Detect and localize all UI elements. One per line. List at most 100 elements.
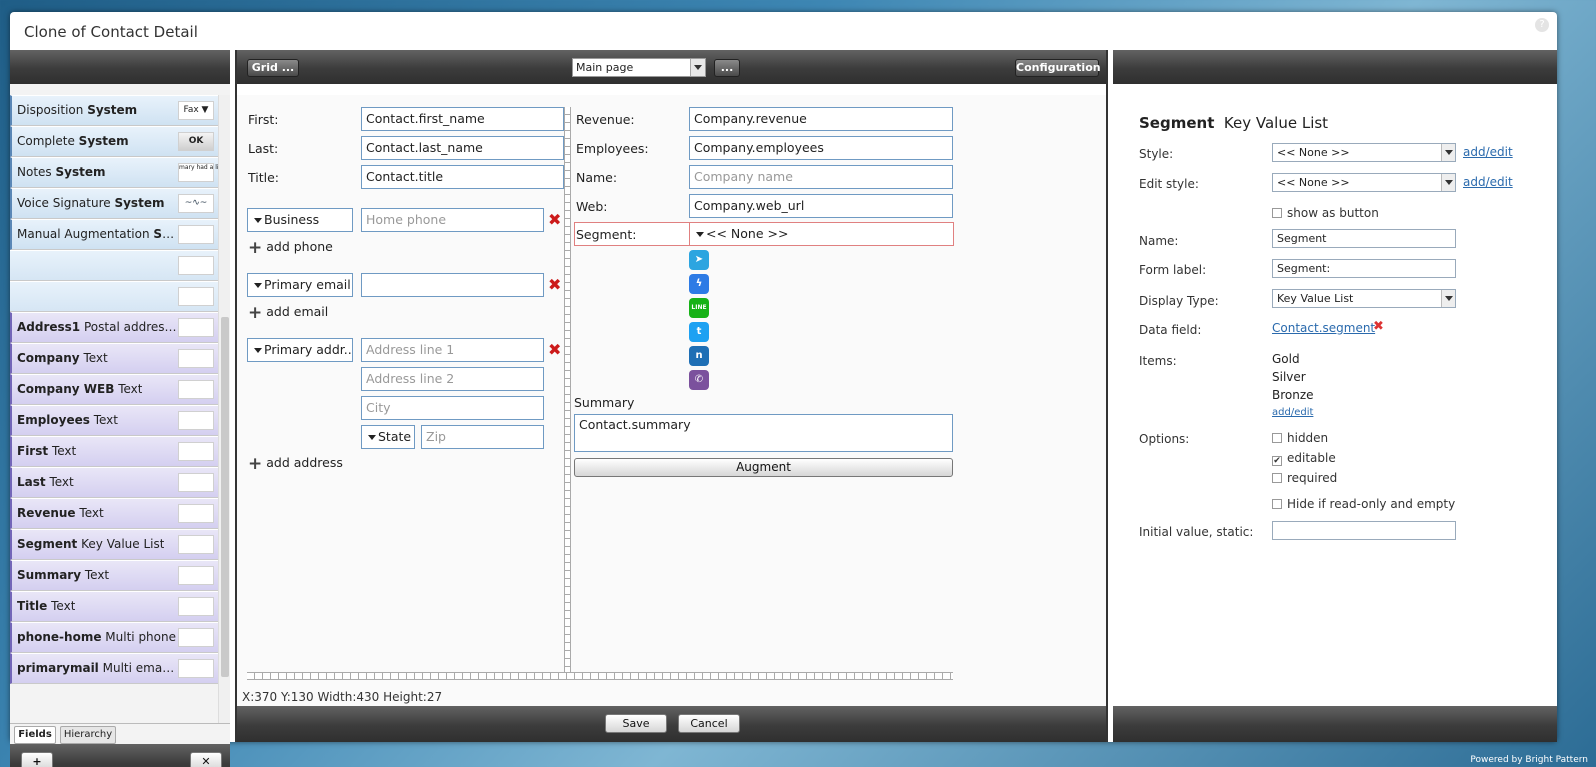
field-list-item[interactable]: Segment Key Value List xyxy=(10,529,218,560)
data-field-link[interactable]: Contact.segment xyxy=(1272,321,1375,335)
field-list-item[interactable]: Revenue Text xyxy=(10,498,218,529)
field-name: Last xyxy=(17,475,46,489)
field-list-scrollbar[interactable] xyxy=(218,95,230,723)
summary-field[interactable]: Contact.summary xyxy=(574,414,953,452)
show-as-button-checkbox[interactable]: show as button xyxy=(1272,206,1379,220)
email-type-dropdown[interactable]: Primary email xyxy=(247,273,353,297)
name-input[interactable]: Segment xyxy=(1272,229,1456,248)
field-name: Summary xyxy=(17,568,82,582)
field-list-item[interactable]: primarymail Multi email a... xyxy=(10,653,218,684)
style-add-edit-link[interactable]: add/edit xyxy=(1463,145,1513,159)
delete-address-icon[interactable]: ✖ xyxy=(548,342,561,358)
field-list-item[interactable]: Address1 Postal addresses xyxy=(10,312,218,343)
field-list-item[interactable]: First Text xyxy=(10,436,218,467)
field-list-item[interactable]: Last Text xyxy=(10,467,218,498)
chevron-down-icon xyxy=(1441,174,1455,191)
properties-panel: Segment Key Value List Style: << None >>… xyxy=(1113,50,1557,742)
editable-checkbox[interactable]: ✔ editable xyxy=(1272,451,1336,466)
employees-label: Employees: xyxy=(576,141,649,156)
segment-dropdown[interactable]: << None >> xyxy=(689,222,954,246)
employees-field[interactable]: Company.employees xyxy=(689,136,953,160)
display-type-select[interactable]: Key Value List xyxy=(1272,289,1456,308)
grid-button[interactable]: Grid ... xyxy=(247,59,299,77)
first-label: First: xyxy=(248,112,279,127)
field-list-item[interactable] xyxy=(10,281,218,312)
web-field[interactable]: Company.web_url xyxy=(689,194,953,218)
help-icon[interactable]: ? xyxy=(1535,18,1549,32)
add-field-button[interactable]: + xyxy=(21,752,53,767)
required-checkbox[interactable]: required xyxy=(1272,471,1337,485)
field-type: System xyxy=(153,227,177,241)
field-preview xyxy=(178,628,214,647)
zip-field[interactable]: Zip xyxy=(421,425,544,449)
chevron-down-icon xyxy=(690,59,705,76)
form-canvas[interactable]: First: Contact.first_name Last: Contact.… xyxy=(237,95,1106,707)
city-field[interactable]: City xyxy=(361,396,544,420)
tab-hierarchy[interactable]: Hierarchy xyxy=(60,726,116,744)
field-name: Company xyxy=(17,351,80,365)
checkbox-icon xyxy=(1272,433,1282,443)
line-icon: LINE xyxy=(689,298,709,318)
style-select[interactable]: << None >> xyxy=(1272,143,1456,162)
cancel-button[interactable]: Cancel xyxy=(678,714,740,733)
name-label: Name: xyxy=(1139,234,1179,248)
edit-style-add-edit-link[interactable]: add/edit xyxy=(1463,175,1513,189)
edit-style-select[interactable]: << None >> xyxy=(1272,173,1456,192)
state-dropdown[interactable]: State xyxy=(361,425,415,449)
phone-type-dropdown[interactable]: Business xyxy=(247,208,353,232)
form-label-input[interactable]: Segment: xyxy=(1272,259,1456,278)
configuration-button[interactable]: Configuration xyxy=(1015,59,1101,77)
field-type: Postal addresses xyxy=(84,320,177,334)
field-list-item[interactable]: Voice Signature System ~∿~ xyxy=(10,188,218,219)
field-name: Title xyxy=(17,599,48,613)
email-field[interactable] xyxy=(361,273,544,297)
tab-fields[interactable]: Fields xyxy=(14,726,56,744)
add-email-link[interactable]: + add email xyxy=(248,303,328,323)
delete-email-icon[interactable]: ✖ xyxy=(548,277,561,293)
field-list-item[interactable]: Notes System mary had a little lamb xyxy=(10,157,218,188)
hide-if-readonly-checkbox[interactable]: Hide if read-only and empty xyxy=(1272,497,1455,511)
last-field[interactable]: Contact.last_name xyxy=(361,136,564,160)
list-item: Bronze xyxy=(1272,388,1314,402)
company-name-field[interactable]: Company name xyxy=(689,165,953,189)
initial-value-input[interactable] xyxy=(1272,521,1456,540)
save-button[interactable]: Save xyxy=(605,714,667,733)
address-line2-field[interactable]: Address line 2 xyxy=(361,367,544,391)
nextdoor-icon: n xyxy=(689,346,709,366)
field-list-item[interactable]: Company Text xyxy=(10,343,218,374)
items-add-edit-link[interactable]: add/edit xyxy=(1272,407,1313,418)
hidden-checkbox[interactable]: hidden xyxy=(1272,431,1328,445)
field-list-item[interactable]: Employees Text xyxy=(10,405,218,436)
field-list-item[interactable] xyxy=(10,250,218,281)
field-preview xyxy=(178,349,214,368)
add-address-link[interactable]: + add address xyxy=(248,454,343,474)
field-preview xyxy=(178,566,214,585)
field-type: Text xyxy=(79,506,104,520)
revenue-field[interactable]: Company.revenue xyxy=(689,107,953,131)
add-phone-link[interactable]: + add phone xyxy=(248,238,333,258)
remove-field-button[interactable]: ✕ xyxy=(190,752,222,767)
viber-icon: ✆ xyxy=(689,370,709,390)
field-list-item[interactable]: Title Text xyxy=(10,591,218,622)
clear-data-field-icon[interactable]: ✖ xyxy=(1373,319,1384,334)
phone-field[interactable]: Home phone xyxy=(361,208,544,232)
field-list-item[interactable]: Summary Text xyxy=(10,560,218,591)
field-list-item[interactable]: Complete System OK xyxy=(10,126,218,157)
field-type: Multi email a... xyxy=(102,661,177,675)
address-type-dropdown[interactable]: Primary addr... xyxy=(247,338,353,362)
first-field[interactable]: Contact.first_name xyxy=(361,107,564,131)
field-list-item[interactable]: Manual Augmentation System xyxy=(10,219,218,250)
page-select[interactable]: Main page xyxy=(572,58,706,77)
augment-button[interactable]: Augment xyxy=(574,458,953,477)
company-name-label: Name: xyxy=(576,170,618,185)
field-list-item[interactable]: Company WEB Text xyxy=(10,374,218,405)
address-line1-field[interactable]: Address line 1 xyxy=(361,338,544,362)
segment-row-selected[interactable]: Segment: << None >> xyxy=(574,222,954,246)
field-list-item[interactable]: Disposition System Fax ▼ xyxy=(10,95,218,126)
delete-phone-icon[interactable]: ✖ xyxy=(548,212,561,228)
vertical-ruler xyxy=(564,107,571,672)
page-more-button[interactable]: ... xyxy=(714,59,740,77)
field-list-item[interactable]: phone-home Multi phone xyxy=(10,622,218,653)
items-list: Gold Silver Bronze xyxy=(1272,350,1314,404)
title-field[interactable]: Contact.title xyxy=(361,165,564,189)
